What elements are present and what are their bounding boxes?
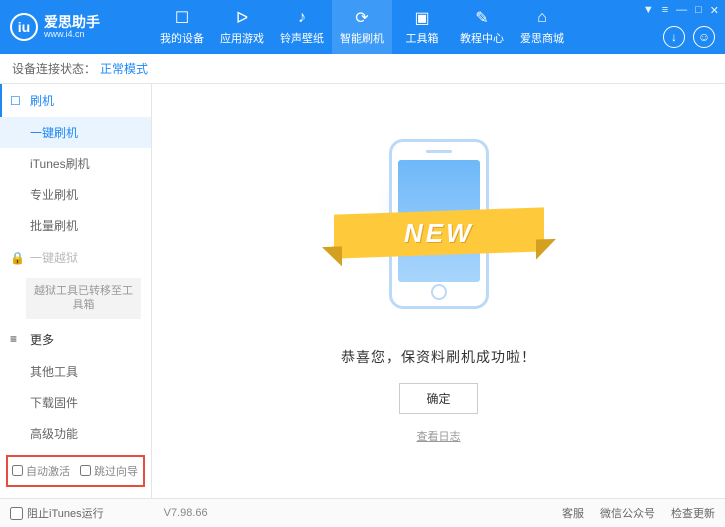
lock-icon: 🔒: [10, 251, 24, 265]
checkbox-input[interactable]: [10, 507, 23, 520]
nav-item-0[interactable]: ☐ 我的设备: [152, 0, 212, 54]
footer-link-support[interactable]: 客服: [562, 505, 584, 521]
nav-label: 工具箱: [406, 30, 439, 46]
nav-label: 应用游戏: [220, 30, 264, 46]
logo-icon: iu: [10, 13, 38, 41]
sidebar-item[interactable]: 一键刷机: [0, 117, 151, 148]
nav-icon: ⌂: [537, 8, 547, 28]
nav-item-1[interactable]: ᐅ 应用游戏: [212, 0, 272, 54]
nav-label: 智能刷机: [340, 30, 384, 46]
footer-link-wechat[interactable]: 微信公众号: [600, 505, 655, 521]
sidebar-cat-jailbreak: 🔒 一键越狱: [0, 241, 151, 274]
nav-icon: ᐅ: [236, 8, 248, 28]
footer-link-update[interactable]: 检查更新: [671, 505, 715, 521]
nav-item-6[interactable]: ⌂ 爱思商城: [512, 0, 572, 54]
logo-area: iu 爱思助手 www.i4.cn: [0, 13, 152, 41]
checkbox-label: 自动激活: [26, 463, 70, 479]
checkbox-input[interactable]: [80, 465, 91, 476]
nav-icon: ▣: [414, 8, 429, 28]
close-icon[interactable]: ✕: [710, 4, 719, 17]
menu-icon[interactable]: ≡: [662, 4, 668, 17]
maximize-icon[interactable]: □: [695, 4, 702, 17]
new-ribbon: NEW: [334, 207, 544, 258]
sidebar-item[interactable]: 下载固件: [0, 387, 151, 418]
skip-guide-checkbox[interactable]: 跳过向导: [80, 463, 138, 479]
auto-activate-checkbox[interactable]: 自动激活: [12, 463, 70, 479]
sidebar-item[interactable]: 高级功能: [0, 418, 151, 449]
window-controls: ▼ ≡ — □ ✕: [643, 4, 719, 17]
main-content: NEW 恭喜您，保资料刷机成功啦！ 确定 查看日志: [152, 84, 725, 498]
ok-button[interactable]: 确定: [399, 383, 477, 414]
success-illustration: NEW: [339, 139, 539, 329]
jailbreak-note: 越狱工具已转移至工具箱: [26, 278, 141, 319]
nav-item-4[interactable]: ▣ 工具箱: [392, 0, 452, 54]
version-text: V7.98.66: [164, 507, 208, 519]
minimize-icon[interactable]: —: [676, 4, 687, 17]
sidebar-cat-label: 更多: [30, 331, 54, 348]
sidebar-item[interactable]: 批量刷机: [0, 210, 151, 241]
app-site: www.i4.cn: [44, 29, 100, 40]
app-header: iu 爱思助手 www.i4.cn ☐ 我的设备 ᐅ 应用游戏 ♪ 铃声壁纸 ⟳ 智能刷机 ▣ 工…: [0, 0, 725, 54]
status-value: 正常模式: [100, 60, 148, 77]
sidebar-item[interactable]: iTunes刷机: [0, 148, 151, 179]
sidebar-item[interactable]: 其他工具: [0, 356, 151, 387]
sidebar-item[interactable]: 专业刷机: [0, 179, 151, 210]
nav-item-5[interactable]: ✎ 教程中心: [452, 0, 512, 54]
view-log-link[interactable]: 查看日志: [417, 428, 461, 444]
top-nav: ☐ 我的设备 ᐅ 应用游戏 ♪ 铃声壁纸 ⟳ 智能刷机 ▣ 工具箱 ✎ 教程中心 ⌂ 爱思商城: [152, 0, 572, 54]
nav-item-3[interactable]: ⟳ 智能刷机: [332, 0, 392, 54]
sidebar-cat-label: 刷机: [30, 92, 54, 109]
sidebar: ☐ 刷机 一键刷机iTunes刷机专业刷机批量刷机 🔒 一键越狱 越狱工具已转移…: [0, 84, 152, 498]
sidebar-cat-more[interactable]: ≡ 更多: [0, 323, 151, 356]
nav-icon: ☐: [175, 8, 189, 28]
user-button[interactable]: ☺: [693, 26, 715, 48]
nav-icon: ✎: [475, 8, 488, 28]
nav-label: 铃声壁纸: [280, 30, 324, 46]
nav-label: 我的设备: [160, 30, 204, 46]
success-message: 恭喜您，保资料刷机成功啦！: [341, 347, 536, 367]
header-round-buttons: ↓ ☺: [663, 26, 715, 48]
checkbox-label: 阻止iTunes运行: [27, 505, 104, 521]
dropdown-icon[interactable]: ▼: [643, 4, 654, 17]
checkbox-label: 跳过向导: [94, 463, 138, 479]
flash-icon: ☐: [10, 94, 24, 108]
nav-icon: ♪: [298, 8, 306, 28]
nav-label: 爱思商城: [520, 30, 564, 46]
footer-bar: 阻止iTunes运行 V7.98.66 客服 微信公众号 检查更新: [0, 498, 725, 527]
download-button[interactable]: ↓: [663, 26, 685, 48]
status-label: 设备连接状态：: [12, 60, 96, 77]
app-title: 爱思助手: [44, 15, 100, 29]
ribbon-text: NEW: [404, 217, 474, 248]
sidebar-cat-label: 一键越狱: [30, 249, 78, 266]
options-highlight-box: 自动激活 跳过向导: [6, 455, 145, 487]
sidebar-cat-flash[interactable]: ☐ 刷机: [0, 84, 151, 117]
block-itunes-checkbox[interactable]: 阻止iTunes运行: [10, 505, 104, 521]
nav-label: 教程中心: [460, 30, 504, 46]
nav-icon: ⟳: [355, 8, 368, 28]
status-bar: 设备连接状态： 正常模式: [0, 54, 725, 84]
nav-item-2[interactable]: ♪ 铃声壁纸: [272, 0, 332, 54]
more-icon: ≡: [10, 332, 24, 346]
checkbox-input[interactable]: [12, 465, 23, 476]
